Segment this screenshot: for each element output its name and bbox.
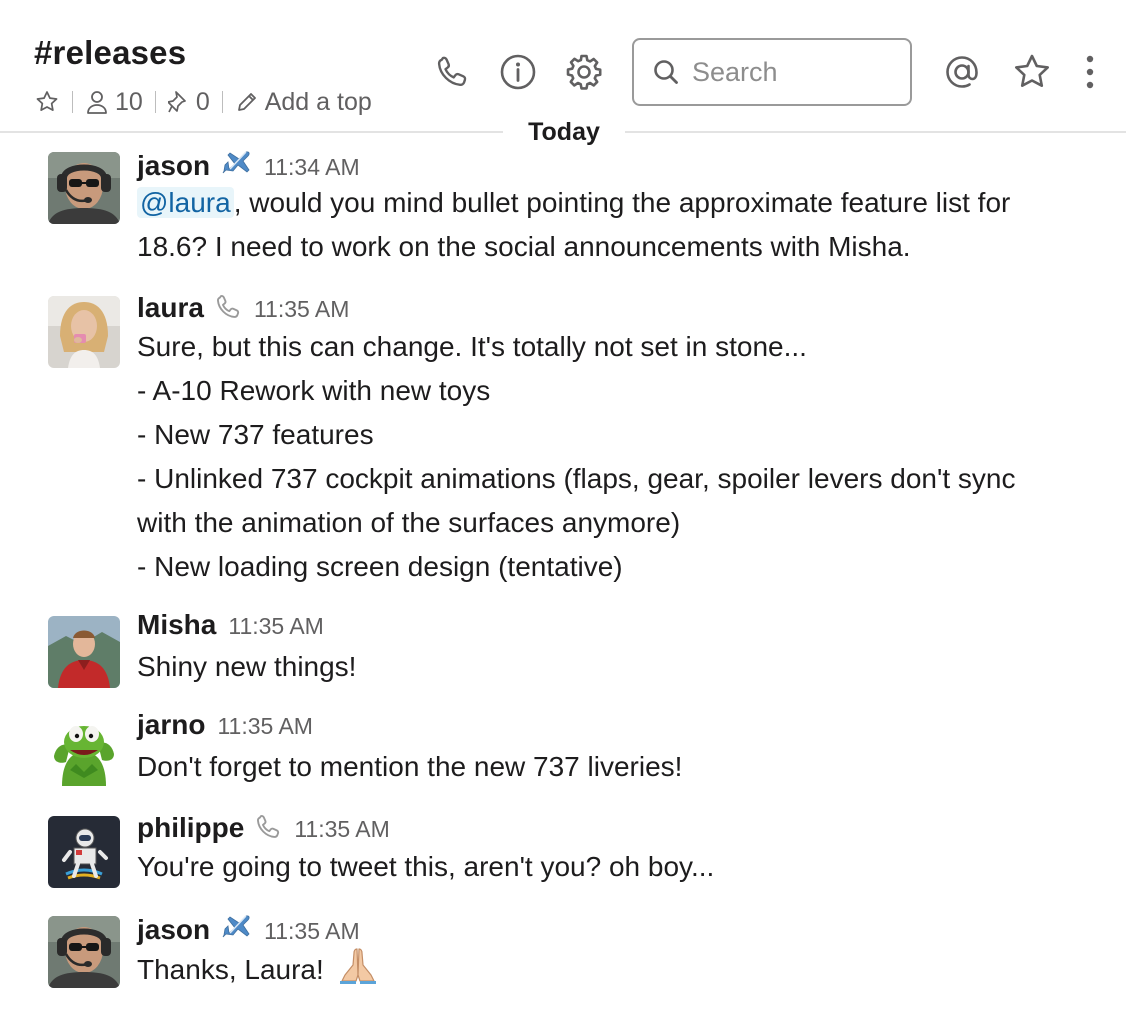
message-text: Shiny new things! bbox=[137, 651, 357, 682]
meta-separator bbox=[221, 91, 223, 113]
channel-meta: 10 0 Add a top bbox=[34, 86, 372, 118]
message-text: @laura, would you mind bullet pointing t… bbox=[137, 181, 1097, 269]
pin-icon bbox=[167, 91, 186, 113]
message-text: You're going to tweet this, aren't you? … bbox=[137, 851, 715, 882]
message-line: - A-10 Rework with new toys bbox=[137, 375, 491, 406]
message-line: - New loading screen design (tentative) bbox=[137, 551, 623, 582]
timestamp[interactable]: 11:34 AM bbox=[264, 154, 359, 181]
airplane-icon bbox=[220, 149, 252, 179]
timestamp[interactable]: 11:35 AM bbox=[217, 713, 312, 740]
avatar[interactable] bbox=[48, 816, 120, 888]
gear-icon bbox=[566, 54, 602, 90]
timestamp[interactable]: 11:35 AM bbox=[254, 296, 349, 323]
day-divider-label[interactable]: Today bbox=[503, 115, 625, 149]
message-content: Misha 11:35 AM Shiny new things! bbox=[137, 609, 1097, 689]
author-name[interactable]: jason bbox=[137, 150, 210, 182]
author-name[interactable]: laura bbox=[137, 292, 204, 324]
meta-separator bbox=[72, 91, 73, 113]
author-name[interactable]: Misha bbox=[137, 609, 216, 641]
message-header: jarno 11:35 AM bbox=[137, 709, 1097, 745]
message-header: philippe 11:35 AM bbox=[137, 809, 1097, 845]
avatar[interactable] bbox=[48, 916, 120, 988]
mentions-button[interactable] bbox=[942, 52, 982, 92]
add-topic-button[interactable]: Add a top bbox=[235, 88, 372, 117]
member-count-button[interactable]: 10 bbox=[85, 88, 143, 117]
avatar[interactable] bbox=[48, 716, 120, 788]
channel-header: #releases 10 0 Add a top Search bbox=[0, 0, 1126, 132]
message-line: Sure, but this can change. It's totally … bbox=[137, 331, 807, 362]
pencil-icon bbox=[237, 93, 256, 111]
message-text-segment: 18.6? I need to work on the social annou… bbox=[137, 231, 911, 262]
channel-settings-button[interactable] bbox=[564, 52, 604, 92]
message-content: jason 11:34 AM @laura, would you mind bu… bbox=[137, 145, 1097, 269]
message-content: jarno 11:35 AM Don't forget to mention t… bbox=[137, 709, 1097, 789]
pinned-count: 0 bbox=[195, 87, 210, 116]
message-header: Misha 11:35 AM bbox=[137, 609, 1097, 645]
search-icon bbox=[654, 60, 678, 84]
pinned-count-button[interactable]: 0 bbox=[167, 87, 210, 117]
at-icon bbox=[946, 56, 978, 88]
message-text: Sure, but this can change. It's totally … bbox=[137, 325, 1097, 589]
author-name[interactable]: jarno bbox=[137, 709, 205, 741]
message-header: jason 11:35 AM bbox=[137, 909, 1097, 945]
more-options-button[interactable] bbox=[1070, 52, 1110, 92]
timestamp[interactable]: 11:35 AM bbox=[264, 918, 359, 945]
message-text: Thanks, Laura! bbox=[137, 945, 1097, 998]
message-text-segment: Thanks, Laura! bbox=[137, 954, 324, 985]
member-count: 10 bbox=[115, 87, 143, 116]
message-line: with the animation of the surfaces anymo… bbox=[137, 507, 681, 538]
star-channel-button[interactable] bbox=[34, 89, 60, 115]
info-icon bbox=[500, 54, 536, 90]
author-name[interactable]: philippe bbox=[137, 812, 244, 844]
starred-items-button[interactable] bbox=[1012, 52, 1052, 92]
message-content: laura 11:35 AM Sure, but this can change… bbox=[137, 289, 1097, 589]
timestamp[interactable]: 11:35 AM bbox=[294, 816, 389, 843]
message-content: jason 11:35 AM Thanks, Laura! bbox=[137, 909, 1097, 998]
airplane-icon bbox=[220, 913, 252, 943]
star-outline-icon bbox=[36, 91, 58, 111]
message-text-segment: , would you mind bullet pointing the app… bbox=[233, 187, 1011, 218]
channel-details-button[interactable] bbox=[498, 52, 538, 92]
user-mention[interactable]: @laura bbox=[137, 187, 234, 218]
person-icon bbox=[87, 91, 107, 114]
kebab-icon bbox=[1086, 55, 1094, 89]
folded-hands-emoji-icon[interactable] bbox=[336, 945, 380, 998]
avatar[interactable] bbox=[48, 616, 120, 688]
message-text: Don't forget to mention the new 737 live… bbox=[137, 751, 683, 782]
meta-separator bbox=[154, 91, 156, 113]
message-header: jason 11:34 AM bbox=[137, 145, 1097, 181]
message-line: - New 737 features bbox=[137, 419, 374, 450]
message-line: - Unlinked 737 cockpit animations (flaps… bbox=[137, 463, 1016, 494]
slack-channel-view: #releases 10 0 Add a top Search Today ja… bbox=[0, 0, 1126, 1027]
call-button[interactable] bbox=[432, 52, 472, 92]
star-icon bbox=[1015, 54, 1049, 87]
avatar[interactable] bbox=[48, 296, 120, 368]
search-input[interactable] bbox=[692, 56, 892, 88]
author-name[interactable]: jason bbox=[137, 914, 210, 946]
phone-icon bbox=[437, 56, 467, 87]
channel-title[interactable]: #releases bbox=[34, 34, 186, 72]
search-box[interactable] bbox=[632, 38, 912, 106]
phone-outline-icon bbox=[254, 813, 282, 841]
phone-outline-icon bbox=[214, 293, 242, 321]
timestamp[interactable]: 11:35 AM bbox=[228, 613, 323, 640]
message-content: philippe 11:35 AM You're going to tweet … bbox=[137, 809, 1097, 889]
avatar[interactable] bbox=[48, 152, 120, 224]
add-topic-label: Add a top bbox=[264, 87, 372, 116]
message-header: laura 11:35 AM bbox=[137, 289, 1097, 325]
